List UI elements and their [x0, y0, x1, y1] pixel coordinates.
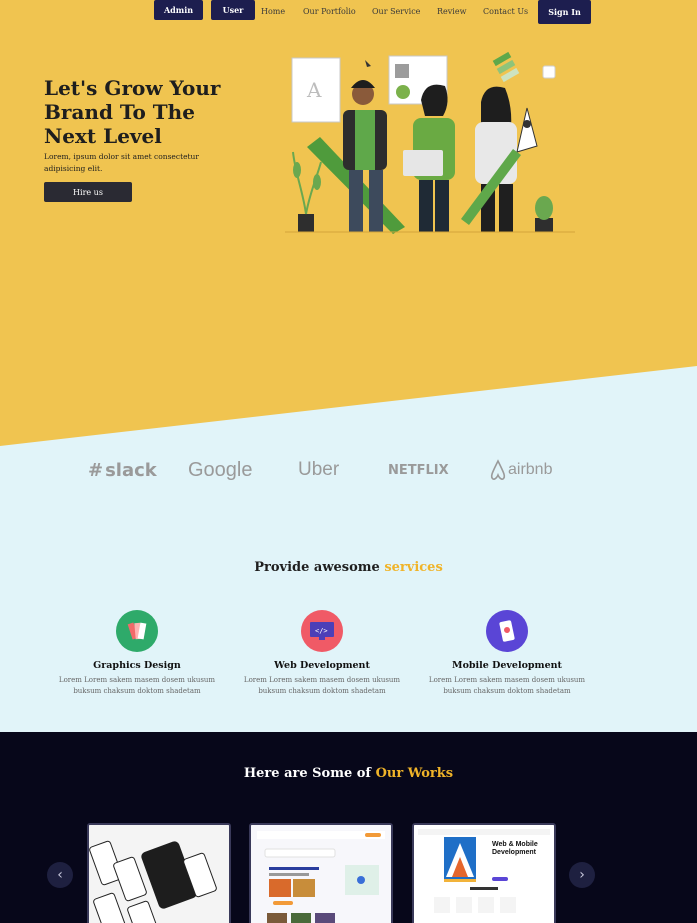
hire-us-button[interactable]: Hire us: [44, 182, 132, 202]
team-illustration: A: [285, 51, 575, 234]
palette-icon: [116, 610, 158, 652]
hero-diagonal-edge: [0, 360, 697, 446]
service-title: Graphics Design: [93, 660, 181, 671]
work-card[interactable]: [87, 823, 231, 923]
slack-mark-icon: #: [88, 459, 104, 481]
service-card-mobile[interactable]: Mobile Development Lorem Lorem sakem mas…: [417, 610, 597, 697]
svg-text:A: A: [306, 78, 322, 102]
carousel-next-button[interactable]: ›: [569, 862, 595, 888]
monitor-code-icon: </>: [301, 610, 343, 652]
carousel-prev-button[interactable]: ‹: [47, 862, 73, 888]
works-heading: Here are Some of Our Works: [243, 766, 454, 781]
nav-link-home[interactable]: Home: [261, 7, 285, 16]
work-thumbnail: [89, 825, 229, 923]
partner-logos: # slack Google Uber NETFLIX airbnb: [0, 453, 697, 487]
chevron-right-icon: ›: [579, 867, 585, 883]
work-card-caption: Web & Mobile Development: [492, 841, 538, 856]
work-thumbnail: [251, 825, 391, 923]
services-heading: Provide awesome services: [254, 560, 443, 575]
top-nav: Admin User Home Our Portfolio Our Servic…: [0, 0, 697, 26]
work-thumbnail: [414, 825, 554, 923]
mobile-icon: [486, 610, 528, 652]
nav-link-review[interactable]: Review: [437, 7, 466, 16]
nav-link-service[interactable]: Our Service: [372, 7, 420, 16]
user-button[interactable]: User: [211, 0, 255, 20]
google-logo: Google: [188, 458, 253, 481]
service-description: Lorem Lorem sakem masem dosem ukusum buk…: [428, 676, 586, 695]
signin-button[interactable]: Sign In: [538, 0, 591, 24]
service-description: Lorem Lorem sakem masem dosem ukusum buk…: [243, 676, 401, 695]
uber-logo: Uber: [298, 459, 340, 480]
service-description: Lorem Lorem sakem masem dosem ukusum buk…: [58, 676, 216, 695]
airbnb-mark-icon: [490, 459, 506, 480]
nav-link-contact[interactable]: Contact Us: [483, 7, 528, 16]
service-title: Mobile Development: [452, 660, 562, 671]
service-card-web[interactable]: </> Web Development Lorem Lorem sakem ma…: [232, 610, 412, 697]
work-card[interactable]: Web & Mobile Development: [412, 823, 556, 923]
admin-button[interactable]: Admin: [154, 0, 203, 20]
svg-text:</>: </>: [315, 627, 328, 635]
airbnb-logo: airbnb: [488, 453, 552, 487]
slack-logo: # slack: [88, 459, 157, 481]
netflix-logo: NETFLIX: [388, 462, 449, 478]
chevron-left-icon: ‹: [57, 867, 63, 883]
service-card-graphics[interactable]: Graphics Design Lorem Lorem sakem masem …: [47, 610, 227, 697]
work-card[interactable]: [249, 823, 393, 923]
hero-title: Let's Grow Your Brand To The Next Level: [44, 76, 221, 148]
nav-link-portfolio[interactable]: Our Portfolio: [303, 7, 356, 16]
service-title: Web Development: [274, 660, 370, 671]
hero-subtitle: Lorem, ipsum dolor sit amet consectetur …: [44, 152, 199, 173]
